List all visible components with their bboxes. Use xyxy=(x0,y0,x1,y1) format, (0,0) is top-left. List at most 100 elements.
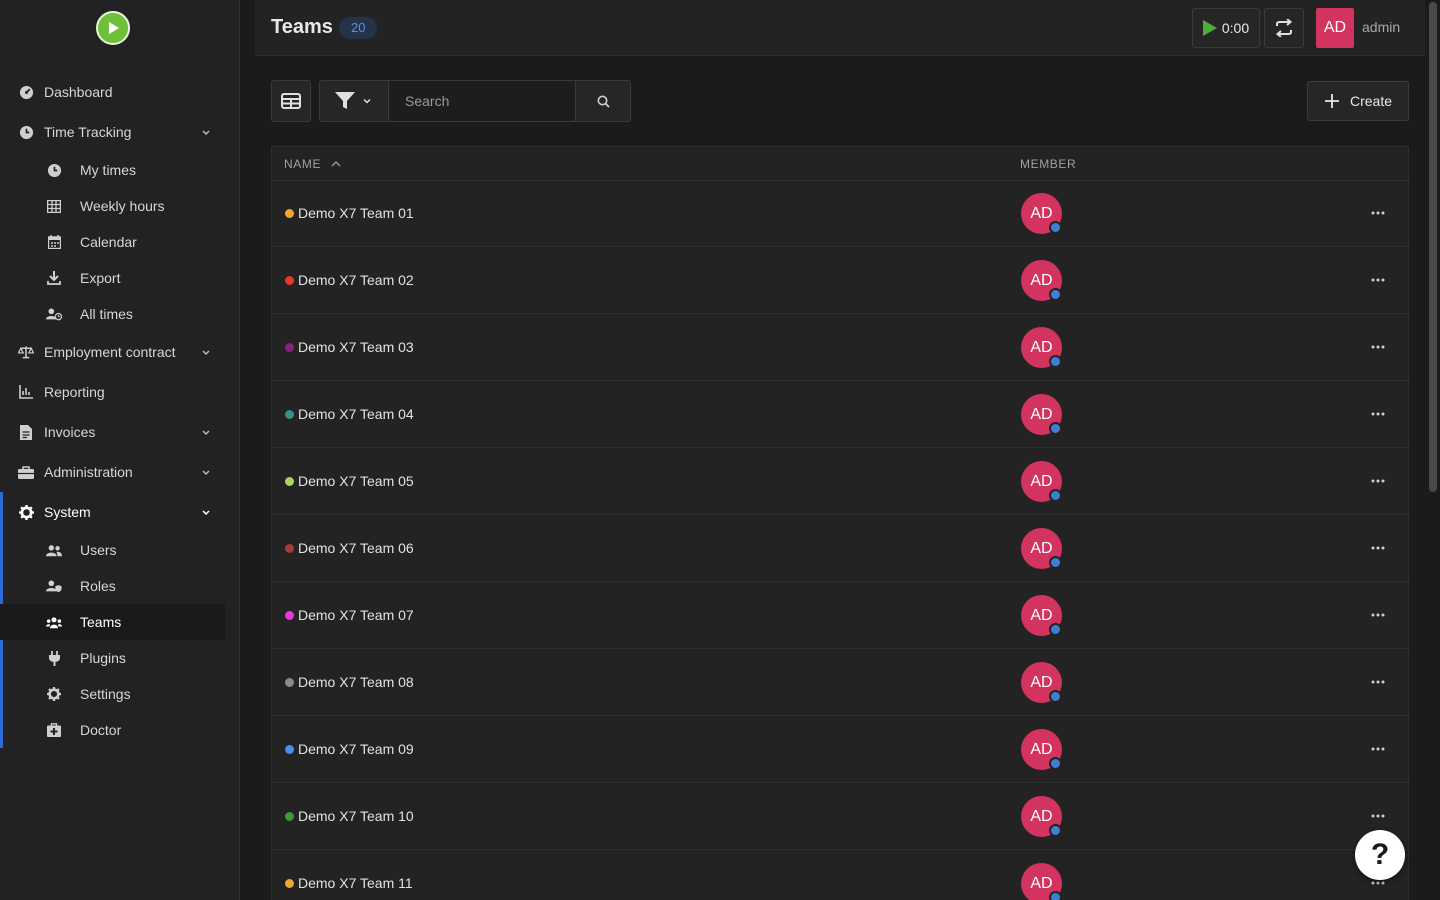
team-name[interactable]: Demo X7 Team 03 xyxy=(298,339,414,355)
member-status-dot xyxy=(1049,489,1062,502)
table-row[interactable]: Demo X7 Team 03 AD xyxy=(272,314,1410,381)
system-group: System Users Roles Teams Plugins Setting… xyxy=(0,492,240,748)
row-actions-button[interactable] xyxy=(1368,206,1388,220)
sidebar-item-label: Users xyxy=(80,542,117,558)
team-name[interactable]: Demo X7 Team 02 xyxy=(298,272,414,288)
team-name[interactable]: Demo X7 Team 09 xyxy=(298,741,414,757)
sidebar-item-dashboard[interactable]: Dashboard xyxy=(0,72,240,112)
row-actions-button[interactable] xyxy=(1368,273,1388,287)
table-row[interactable]: Demo X7 Team 02 AD xyxy=(272,247,1410,314)
user-avatar[interactable]: AD xyxy=(1316,8,1354,48)
sidebar-item-system[interactable]: System xyxy=(0,492,240,532)
team-color-dot xyxy=(285,611,294,620)
table-row[interactable]: Demo X7 Team 06 AD xyxy=(272,515,1410,582)
sidebar-item-employment-contract[interactable]: Employment contract xyxy=(0,332,240,372)
team-name[interactable]: Demo X7 Team 07 xyxy=(298,607,414,623)
more-horizontal-icon xyxy=(1371,747,1385,751)
play-circle-logo[interactable] xyxy=(96,11,130,45)
create-label: Create xyxy=(1349,93,1393,109)
filter-icon xyxy=(335,92,355,109)
team-name[interactable]: Demo X7 Team 10 xyxy=(298,808,414,824)
member-status-dot xyxy=(1049,422,1062,435)
sidebar-item-label: My times xyxy=(80,162,136,178)
create-button[interactable]: Create xyxy=(1307,81,1409,121)
member-status-dot xyxy=(1049,690,1062,703)
help-button[interactable]: ? xyxy=(1355,830,1405,880)
sidebar-item-label: Export xyxy=(80,270,121,286)
table-row[interactable]: Demo X7 Team 04 AD xyxy=(272,381,1410,448)
start-timer-button[interactable]: 0:00 xyxy=(1192,8,1260,48)
chevron-down-icon xyxy=(202,130,210,136)
search-input[interactable] xyxy=(388,80,576,122)
row-actions-button[interactable] xyxy=(1368,541,1388,555)
chevron-down-icon xyxy=(363,98,371,104)
table-row[interactable]: Demo X7 Team 07 AD xyxy=(272,582,1410,649)
invoice-icon xyxy=(18,424,34,440)
row-actions-button[interactable] xyxy=(1368,608,1388,622)
column-header-name[interactable]: NAME xyxy=(284,157,341,171)
sidebar-item-all-times[interactable]: All times xyxy=(0,296,240,332)
count-badge: 20 xyxy=(339,17,378,39)
sidebar-item-doctor[interactable]: Doctor xyxy=(0,712,240,748)
team-color-dot xyxy=(285,678,294,687)
search-button[interactable] xyxy=(575,80,631,122)
member-status-dot xyxy=(1049,221,1062,234)
sync-button[interactable] xyxy=(1264,8,1304,48)
sidebar-item-label: Time Tracking xyxy=(44,124,132,140)
sidebar-item-settings[interactable]: Settings xyxy=(0,676,240,712)
sidebar-item-users[interactable]: Users xyxy=(0,532,240,568)
calendar-icon xyxy=(46,234,62,250)
row-actions-button[interactable] xyxy=(1368,742,1388,756)
row-actions-button[interactable] xyxy=(1368,809,1388,823)
row-actions-button[interactable] xyxy=(1368,474,1388,488)
scrollbar-thumb[interactable] xyxy=(1429,2,1437,492)
more-horizontal-icon xyxy=(1371,680,1385,684)
team-color-dot xyxy=(285,879,294,888)
user-name[interactable]: admin xyxy=(1362,19,1400,35)
table-row[interactable]: Demo X7 Team 09 AD xyxy=(272,716,1410,783)
table-body: Demo X7 Team 01 AD Demo X7 Team 02 AD De… xyxy=(272,180,1410,900)
toolbox-icon xyxy=(18,464,34,480)
team-color-dot xyxy=(285,276,294,285)
sidebar-item-roles[interactable]: Roles xyxy=(0,568,240,604)
row-actions-button[interactable] xyxy=(1368,675,1388,689)
filter-button[interactable] xyxy=(319,80,389,122)
sidebar-item-label: System xyxy=(44,504,91,520)
table-row[interactable]: Demo X7 Team 08 AD xyxy=(272,649,1410,716)
sidebar-item-administration[interactable]: Administration xyxy=(0,452,240,492)
sidebar-item-time-tracking[interactable]: Time Tracking xyxy=(0,112,240,152)
sidebar-item-teams[interactable]: Teams xyxy=(0,604,225,640)
chevron-down-icon xyxy=(202,510,210,516)
row-actions-button[interactable] xyxy=(1368,340,1388,354)
page-title: Teams xyxy=(271,16,333,38)
more-horizontal-icon xyxy=(1371,345,1385,349)
user-shield-icon xyxy=(46,578,62,594)
more-horizontal-icon xyxy=(1371,479,1385,483)
team-name[interactable]: Demo X7 Team 05 xyxy=(298,473,414,489)
sidebar-item-calendar[interactable]: Calendar xyxy=(0,224,240,260)
table-row[interactable]: Demo X7 Team 10 AD xyxy=(272,783,1410,850)
sidebar-item-reporting[interactable]: Reporting xyxy=(0,372,240,412)
team-name[interactable]: Demo X7 Team 06 xyxy=(298,540,414,556)
team-name[interactable]: Demo X7 Team 08 xyxy=(298,674,414,690)
table-row[interactable]: Demo X7 Team 05 AD xyxy=(272,448,1410,515)
app: Dashboard Time Tracking My times Weekly … xyxy=(0,0,1440,900)
table-row[interactable]: Demo X7 Team 11 AD xyxy=(272,850,1410,900)
table-view-button[interactable] xyxy=(271,80,311,122)
team-color-dot xyxy=(285,477,294,486)
table-row[interactable]: Demo X7 Team 01 AD xyxy=(272,180,1410,247)
sidebar-item-weekly-hours[interactable]: Weekly hours xyxy=(0,188,240,224)
team-name[interactable]: Demo X7 Team 11 xyxy=(298,875,413,891)
sidebar-item-label: Plugins xyxy=(80,650,126,666)
sidebar-item-my-times[interactable]: My times xyxy=(0,152,240,188)
sidebar-item-export[interactable]: Export xyxy=(0,260,240,296)
team-name[interactable]: Demo X7 Team 01 xyxy=(298,205,414,221)
more-horizontal-icon xyxy=(1371,546,1385,550)
sidebar-item-invoices[interactable]: Invoices xyxy=(0,412,240,452)
sidebar-item-plugins[interactable]: Plugins xyxy=(0,640,240,676)
team-name[interactable]: Demo X7 Team 04 xyxy=(298,406,414,422)
sidebar-item-label: Administration xyxy=(44,464,133,480)
column-header-member: MEMBER xyxy=(1020,157,1077,171)
row-actions-button[interactable] xyxy=(1368,407,1388,421)
team-color-dot xyxy=(285,745,294,754)
